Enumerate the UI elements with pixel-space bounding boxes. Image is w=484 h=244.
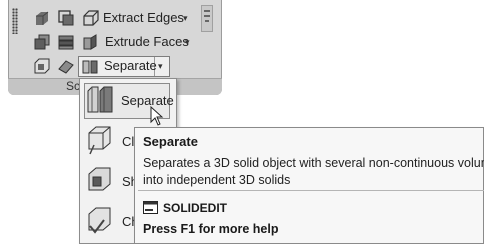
separate-icon (82, 60, 98, 74)
panel-grip-handle[interactable] (12, 8, 18, 34)
menu-item-separate-label: Separate (121, 93, 174, 108)
tooltip-command: SOLIDEDIT (163, 201, 228, 215)
tooltip-description-line-2: into independent 3D solids (143, 173, 291, 187)
extract-edges-label[interactable]: Extract Edges (103, 10, 184, 25)
copy-edges-icon[interactable] (57, 33, 75, 51)
tooltip-title: Separate (143, 134, 198, 149)
tooltip-help: Press F1 for more help (143, 222, 279, 236)
tooltip-divider (138, 190, 484, 191)
shell-small-icon[interactable] (33, 57, 51, 75)
eraser-icon[interactable] (57, 57, 75, 75)
panel-expander-button[interactable] (201, 5, 213, 32)
offset-edges-icon[interactable] (57, 9, 75, 27)
command-line-icon (143, 201, 158, 214)
separate-label[interactable]: Separate (104, 58, 157, 73)
panel-title: Sc (66, 79, 81, 93)
tooltip-description: Separates a 3D solid object with several… (143, 155, 484, 189)
extrude-faces-label[interactable]: Extrude Faces (105, 34, 189, 49)
separate-dropdown-arrow[interactable]: ▾ (158, 61, 163, 72)
imprint-icon[interactable] (33, 9, 51, 27)
extract-edges-dropdown[interactable]: ▾ (183, 13, 188, 24)
extract-edges-icon (83, 10, 99, 26)
tooltip-description-line-1: Separates a 3D solid object with several… (143, 156, 484, 170)
separate-large-icon (87, 86, 113, 113)
extrude-faces-icon (83, 34, 97, 50)
extrude-faces-dropdown[interactable]: ▾ (185, 37, 190, 48)
clean-icon[interactable] (86, 125, 114, 155)
mouse-pointer-icon (150, 106, 164, 126)
check-icon[interactable] (86, 206, 114, 236)
color-edges-icon[interactable] (33, 33, 51, 51)
shell-icon[interactable] (86, 166, 114, 196)
